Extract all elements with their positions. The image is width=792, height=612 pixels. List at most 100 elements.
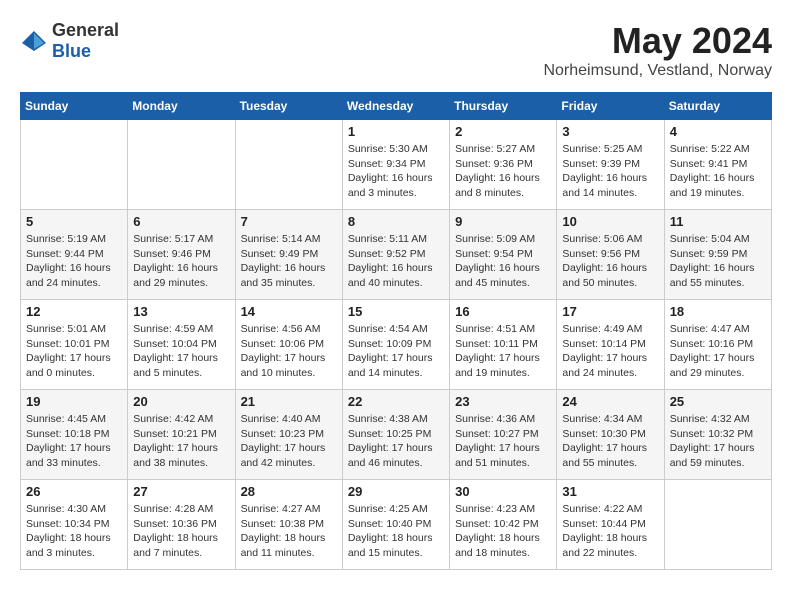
day-number: 13 — [133, 304, 229, 319]
day-info: Sunrise: 4:51 AMSunset: 10:11 PMDaylight… — [455, 322, 551, 381]
calendar-cell: 4Sunrise: 5:22 AMSunset: 9:41 PMDaylight… — [664, 120, 771, 210]
calendar-cell: 24 Sunrise: 4:34 AMSunset: 10:30 PMDaylig… — [557, 390, 664, 480]
day-number: 19 — [26, 394, 122, 409]
day-number: 31 — [562, 484, 658, 499]
calendar-cell: 13 Sunrise: 4:59 AMSunset: 10:04 PMDaylig… — [128, 300, 235, 390]
day-number: 21 — [241, 394, 337, 409]
day-number: 22 — [348, 394, 444, 409]
day-number: 5 — [26, 214, 122, 229]
day-number: 17 — [562, 304, 658, 319]
calendar-cell — [128, 120, 235, 210]
calendar-week-row: 19 Sunrise: 4:45 AMSunset: 10:18 PMDaylig… — [21, 390, 772, 480]
calendar-cell: 1 Sunrise: 5:30 AMSunset: 9:34 PMDaylight… — [342, 120, 449, 210]
day-info: Sunrise: 4:28 AMSunset: 10:36 PMDaylight… — [133, 502, 229, 561]
logo-icon — [20, 29, 48, 53]
day-info: Sunrise: 4:59 AMSunset: 10:04 PMDaylight… — [133, 322, 229, 381]
day-number: 26 — [26, 484, 122, 499]
calendar-cell: 9 Sunrise: 5:09 AMSunset: 9:54 PMDaylight… — [450, 210, 557, 300]
calendar-cell: 30Sunrise: 4:23 AMSunset: 10:42 PMDaylig… — [450, 480, 557, 570]
logo: General Blue — [20, 20, 119, 62]
calendar-cell — [21, 120, 128, 210]
day-info: Sunrise: 5:17 AMSunset: 9:46 PMDaylight:… — [133, 232, 229, 291]
day-info: Sunrise: 4:25 AMSunset: 10:40 PMDaylight… — [348, 502, 444, 561]
day-info: Sunrise: 4:54 AMSunset: 10:09 PMDaylight… — [348, 322, 444, 381]
day-number: 27 — [133, 484, 229, 499]
day-number: 24 — [562, 394, 658, 409]
logo-blue: Blue — [52, 41, 91, 61]
day-info: Sunrise: 4:38 AMSunset: 10:25 PMDaylight… — [348, 412, 444, 471]
weekday-header: Wednesday — [342, 93, 449, 120]
calendar-cell: 22 Sunrise: 4:38 AMSunset: 10:25 PMDaylig… — [342, 390, 449, 480]
day-info: Sunrise: 5:09 AMSunset: 9:54 PMDaylight:… — [455, 232, 551, 291]
calendar-cell: 18 Sunrise: 4:47 AMSunset: 10:16 PMDaylig… — [664, 300, 771, 390]
weekday-header: Tuesday — [235, 93, 342, 120]
day-info: Sunrise: 4:32 AMSunset: 10:32 PMDaylight… — [670, 412, 766, 471]
day-info: Sunrise: 4:34 AMSunset: 10:30 PMDaylight… — [562, 412, 658, 471]
day-info: Sunrise: 5:25 AMSunset: 9:39 PMDaylight:… — [562, 142, 658, 201]
day-info: Sunrise: 4:30 AMSunset: 10:34 PMDaylight… — [26, 502, 122, 561]
day-number: 7 — [241, 214, 337, 229]
weekday-header: Monday — [128, 93, 235, 120]
day-number: 2 — [455, 124, 551, 139]
day-number: 12 — [26, 304, 122, 319]
location-title: Norheimsund, Vestland, Norway — [543, 62, 772, 80]
calendar-cell: 2Sunrise: 5:27 AMSunset: 9:36 PMDaylight… — [450, 120, 557, 210]
day-info: Sunrise: 4:47 AMSunset: 10:16 PMDaylight… — [670, 322, 766, 381]
calendar-cell: 21Sunrise: 4:40 AMSunset: 10:23 PMDaylig… — [235, 390, 342, 480]
day-info: Sunrise: 5:04 AMSunset: 9:59 PMDaylight:… — [670, 232, 766, 291]
day-info: Sunrise: 5:14 AMSunset: 9:49 PMDaylight:… — [241, 232, 337, 291]
day-number: 25 — [670, 394, 766, 409]
calendar-cell: 15 Sunrise: 4:54 AMSunset: 10:09 PMDaylig… — [342, 300, 449, 390]
calendar-cell: 12Sunrise: 5:01 AMSunset: 10:01 PMDaylig… — [21, 300, 128, 390]
day-info: Sunrise: 4:45 AMSunset: 10:18 PMDaylight… — [26, 412, 122, 471]
day-number: 28 — [241, 484, 337, 499]
day-info: Sunrise: 4:27 AMSunset: 10:38 PMDaylight… — [241, 502, 337, 561]
calendar-cell: 17 Sunrise: 4:49 AMSunset: 10:14 PMDaylig… — [557, 300, 664, 390]
day-info: Sunrise: 5:30 AMSunset: 9:34 PMDaylight:… — [348, 142, 444, 201]
day-number: 16 — [455, 304, 551, 319]
calendar-cell: 28 Sunrise: 4:27 AMSunset: 10:38 PMDaylig… — [235, 480, 342, 570]
day-number: 10 — [562, 214, 658, 229]
calendar-cell — [235, 120, 342, 210]
day-number: 20 — [133, 394, 229, 409]
day-number: 15 — [348, 304, 444, 319]
calendar-cell: 31 Sunrise: 4:22 AMSunset: 10:44 PMDaylig… — [557, 480, 664, 570]
calendar-cell: 23 Sunrise: 4:36 AMSunset: 10:27 PMDaylig… — [450, 390, 557, 480]
calendar-cell: 27 Sunrise: 4:28 AMSunset: 10:36 PMDaylig… — [128, 480, 235, 570]
calendar-cell: 6 Sunrise: 5:17 AMSunset: 9:46 PMDaylight… — [128, 210, 235, 300]
day-info: Sunrise: 4:42 AMSunset: 10:21 PMDaylight… — [133, 412, 229, 471]
title-block: May 2024 Norheimsund, Vestland, Norway — [543, 20, 772, 80]
weekday-header: Thursday — [450, 93, 557, 120]
weekday-header: Sunday — [21, 93, 128, 120]
calendar-cell: 11 Sunrise: 5:04 AMSunset: 9:59 PMDayligh… — [664, 210, 771, 300]
calendar-week-row: 5Sunrise: 5:19 AMSunset: 9:44 PMDaylight… — [21, 210, 772, 300]
day-info: Sunrise: 4:22 AMSunset: 10:44 PMDaylight… — [562, 502, 658, 561]
day-number: 23 — [455, 394, 551, 409]
day-number: 14 — [241, 304, 337, 319]
calendar-cell: 26 Sunrise: 4:30 AMSunset: 10:34 PMDaylig… — [21, 480, 128, 570]
day-info: Sunrise: 4:36 AMSunset: 10:27 PMDaylight… — [455, 412, 551, 471]
logo-general: General — [52, 20, 119, 40]
day-number: 11 — [670, 214, 766, 229]
day-number: 9 — [455, 214, 551, 229]
calendar-cell: 5Sunrise: 5:19 AMSunset: 9:44 PMDaylight… — [21, 210, 128, 300]
calendar-table: SundayMondayTuesdayWednesdayThursdayFrid… — [20, 92, 772, 570]
weekday-header: Saturday — [664, 93, 771, 120]
calendar-week-row: 26 Sunrise: 4:30 AMSunset: 10:34 PMDaylig… — [21, 480, 772, 570]
calendar-cell — [664, 480, 771, 570]
day-info: Sunrise: 5:06 AMSunset: 9:56 PMDaylight:… — [562, 232, 658, 291]
day-number: 1 — [348, 124, 444, 139]
calendar-cell: 25 Sunrise: 4:32 AMSunset: 10:32 PMDaylig… — [664, 390, 771, 480]
day-number: 3 — [562, 124, 658, 139]
calendar-cell: 8Sunrise: 5:11 AMSunset: 9:52 PMDaylight… — [342, 210, 449, 300]
day-number: 4 — [670, 124, 766, 139]
calendar-week-row: 12Sunrise: 5:01 AMSunset: 10:01 PMDaylig… — [21, 300, 772, 390]
day-number: 18 — [670, 304, 766, 319]
calendar-cell: 16 Sunrise: 4:51 AMSunset: 10:11 PMDaylig… — [450, 300, 557, 390]
day-info: Sunrise: 4:49 AMSunset: 10:14 PMDaylight… — [562, 322, 658, 381]
day-number: 6 — [133, 214, 229, 229]
day-info: Sunrise: 4:23 AMSunset: 10:42 PMDaylight… — [455, 502, 551, 561]
calendar-cell: 19 Sunrise: 4:45 AMSunset: 10:18 PMDaylig… — [21, 390, 128, 480]
day-info: Sunrise: 5:11 AMSunset: 9:52 PMDaylight:… — [348, 232, 444, 291]
calendar-cell: 20 Sunrise: 4:42 AMSunset: 10:21 PMDaylig… — [128, 390, 235, 480]
